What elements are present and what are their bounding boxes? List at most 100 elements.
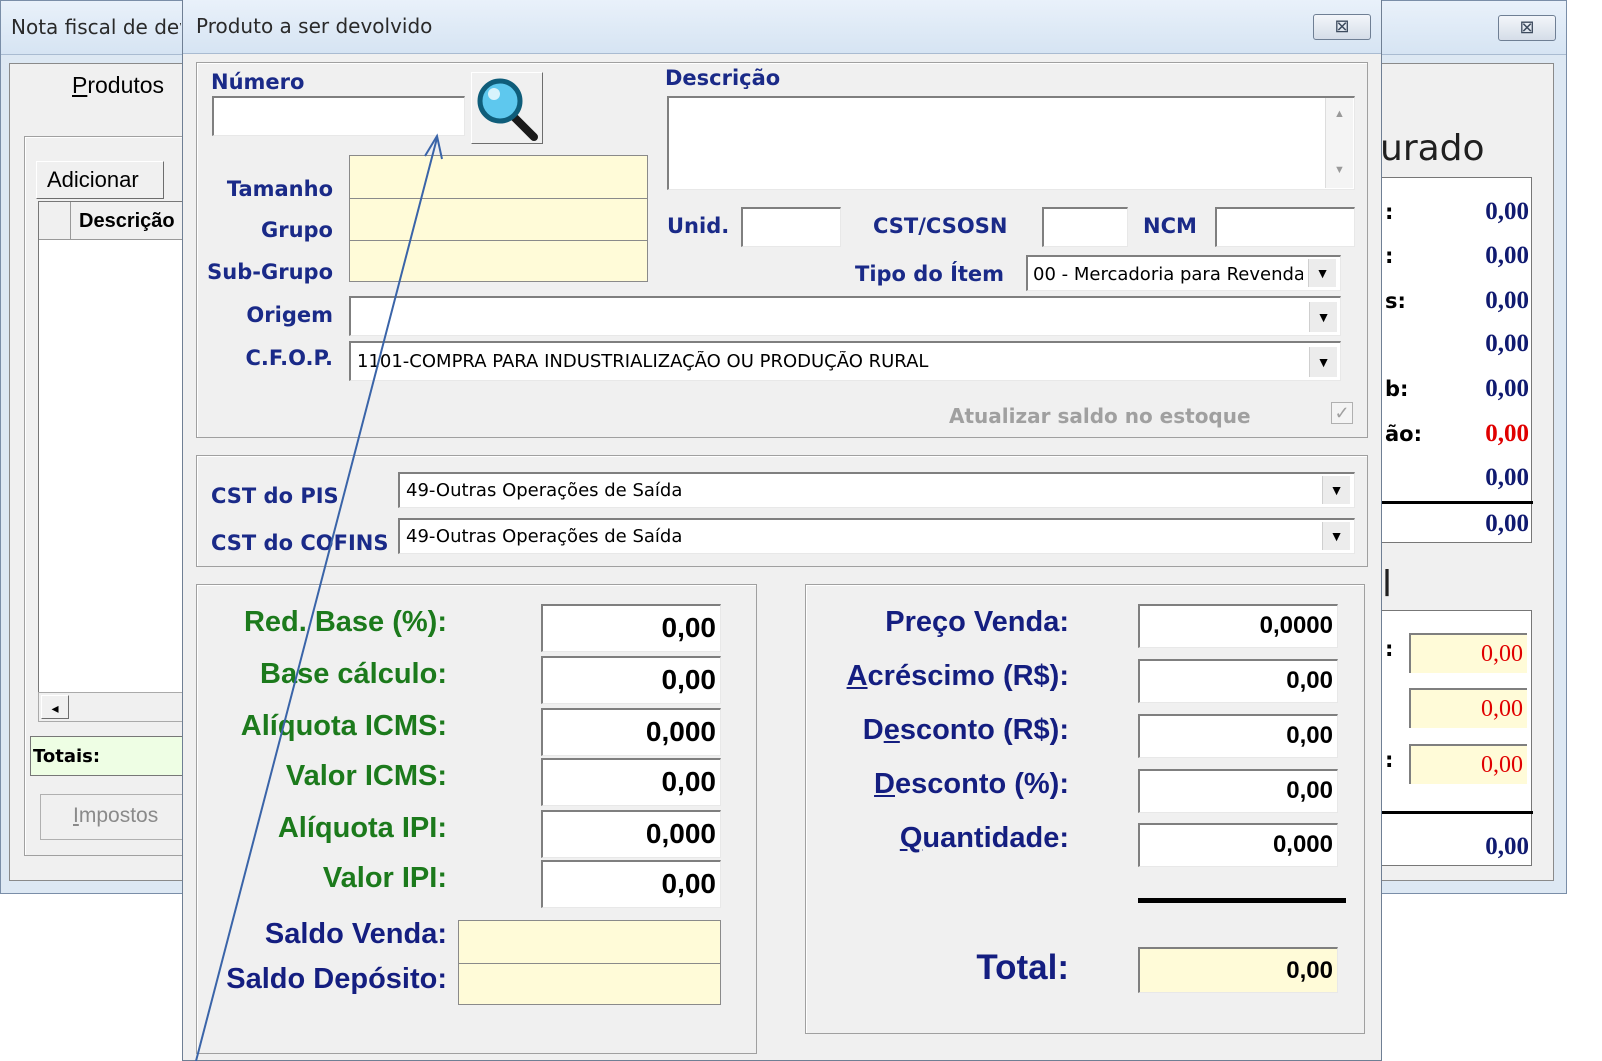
tax-field-input[interactable]: 0,00 [541, 656, 721, 704]
section2-row-field[interactable]: 0,00 [1409, 744, 1527, 784]
total-field: 0,00 [1138, 947, 1338, 993]
section2-row-label: : [1385, 748, 1394, 772]
atualizar-saldo-checkbox[interactable]: ✓ [1331, 402, 1353, 424]
background-close-button[interactable]: ⊠ [1498, 15, 1556, 41]
tax-field-value: 0,000 [645, 716, 716, 747]
tax-field-value: 0,000 [645, 818, 716, 849]
cst-cofins-label: CST do COFINS [211, 531, 389, 555]
tax-field-value: 0,00 [661, 664, 717, 695]
section2-row-field[interactable]: 0,00 [1409, 633, 1527, 673]
tax-field-input[interactable]: 0,000 [541, 708, 721, 756]
numero-input[interactable] [212, 96, 465, 136]
grupo-field [349, 198, 648, 241]
cst-cofins-select[interactable]: 49-Outras Operações de Saída ▼ [398, 518, 1355, 554]
desconto-pct-value: 0,00 [1286, 777, 1333, 804]
total-value: 0,00 [1286, 957, 1333, 984]
tipo-item-label: Tipo do Ítem [855, 262, 1005, 286]
summary-box: : 0,00: 0,00 s: 0,00 0,00 b: 0,00 ão: 0,00 0,00 0,… [1380, 177, 1533, 543]
tax-field-label: Valor IPI: [322, 862, 447, 894]
cst-pis-select[interactable]: 49-Outras Operações de Saída ▼ [398, 472, 1355, 508]
cst-pis-label: CST do PIS [211, 484, 339, 508]
add-button[interactable]: Adicionar [36, 161, 164, 199]
tab-produtos[interactable]: Produtos [72, 72, 164, 99]
preco-venda-value: 0,0000 [1259, 612, 1333, 639]
chevron-down-icon[interactable]: ▼ [1322, 522, 1350, 550]
dialog-close-button[interactable]: ⊠ [1313, 14, 1371, 40]
grid-row-indicator [39, 202, 71, 240]
summary-divider [1381, 501, 1533, 504]
numero-label: Número [211, 70, 305, 94]
cfop-label: C.F.O.P. [245, 346, 333, 370]
summary-row-label: ão: [1385, 422, 1422, 446]
preco-venda-input[interactable]: 0,0000 [1138, 604, 1338, 648]
ncm-input[interactable] [1215, 207, 1355, 247]
section2-row-value: 0,00 [1481, 696, 1523, 722]
tax-field-label: Base cálculo: [260, 658, 447, 690]
tax-field-label: Valor ICMS: [285, 760, 447, 792]
cst-csosn-label: CST/CSOSN [873, 214, 1008, 238]
total-divider [1138, 898, 1346, 903]
summary-row-value: 0,00 [1485, 242, 1529, 269]
section2-box: : 0,00 0,00: 0,00 0,00 [1380, 610, 1533, 866]
magnifier-icon [477, 78, 538, 141]
summary-row-label: s: [1385, 289, 1406, 313]
origem-select[interactable]: ▼ [349, 296, 1341, 336]
chevron-down-icon[interactable]: ▼ [1322, 476, 1350, 504]
search-button[interactable] [471, 72, 543, 144]
tax-field-input[interactable]: 0,00 [541, 860, 721, 908]
close-icon: ⊠ [1334, 16, 1350, 37]
subgrupo-label: Sub-Grupo [207, 260, 333, 284]
section2-row-value: 0,00 [1481, 752, 1523, 778]
cst-csosn-input[interactable] [1042, 207, 1128, 247]
chevron-down-icon[interactable]: ▼ [1309, 302, 1337, 332]
cst-pis-value: 49-Outras Operações de Saída [406, 480, 683, 501]
add-button-label: Adicionar [47, 167, 139, 192]
section2-row-field[interactable]: 0,00 [1409, 688, 1527, 728]
background-window-title: Nota fiscal de devolução [11, 15, 181, 39]
horizontal-scrollbar[interactable]: ◂ [38, 692, 198, 722]
tax-field-input[interactable]: 0,000 [541, 810, 721, 858]
cfop-select[interactable]: 1101-COMPRA PARA INDUSTRIALIZAÇÃO OU PRO… [349, 341, 1341, 381]
grid-column-descricao[interactable]: Descrição [79, 210, 175, 233]
acrescimo-input[interactable]: 0,00 [1138, 659, 1338, 703]
section2-total: 0,00 [1485, 833, 1529, 860]
unid-label: Unid. [667, 214, 730, 238]
totals-bar: Totais: [30, 736, 200, 776]
impostos-label: mpostos [78, 804, 159, 827]
descricao-textarea[interactable] [667, 96, 1355, 190]
unid-input[interactable] [741, 207, 841, 247]
subgrupo-field [349, 240, 648, 282]
section2-row-label: : [1385, 637, 1394, 661]
grupo-label: Grupo [260, 218, 333, 242]
desconto-rs-value: 0,00 [1286, 722, 1333, 749]
impostos-button[interactable]: Impostos [40, 794, 190, 840]
tax-field-input[interactable]: 0,00 [541, 758, 721, 806]
scroll-left-button[interactable]: ◂ [41, 695, 69, 719]
descricao-label: Descrição [665, 66, 781, 90]
cst-cofins-value: 49-Outras Operações de Saída [406, 526, 683, 547]
desconto-rs-input[interactable]: 0,00 [1138, 714, 1338, 758]
descricao-scrollbar[interactable]: ▲ ▼ [1325, 98, 1353, 188]
summary-row-value: 0,00 [1485, 375, 1529, 402]
desconto-pct-input[interactable]: 0,00 [1138, 769, 1338, 813]
saldo-deposito-field [458, 963, 721, 1005]
chevron-down-icon[interactable]: ▼ [1309, 347, 1337, 377]
section2-heading: l [1382, 564, 1393, 605]
tax-field-value: 0,00 [661, 612, 717, 643]
dialog-title: Produto a ser devolvido [196, 14, 433, 38]
tipo-item-select[interactable]: 00 - Mercadoria para Revenda ▼ [1026, 255, 1341, 291]
tax-field-input[interactable]: 0,00 [541, 604, 721, 652]
section2-row-value: 0,00 [1481, 641, 1523, 667]
tab-produtos-accel: P [72, 72, 88, 98]
scroll-down-icon[interactable]: ▼ [1334, 164, 1345, 176]
tax-field-label: Alíquota ICMS: [240, 710, 447, 742]
summary-heading: urado [1380, 128, 1485, 169]
summary-row-label: : [1385, 200, 1394, 224]
quantidade-input[interactable]: 0,000 [1138, 823, 1338, 867]
tipo-item-value: 00 - Mercadoria para Revenda [1033, 264, 1303, 285]
scroll-up-icon[interactable]: ▲ [1334, 108, 1345, 120]
totals-label: Totais: [33, 746, 101, 767]
chevron-down-icon[interactable]: ▼ [1308, 259, 1336, 287]
tamanho-label: Tamanho [226, 177, 333, 201]
summary-row-value: 0,00 [1485, 464, 1529, 491]
